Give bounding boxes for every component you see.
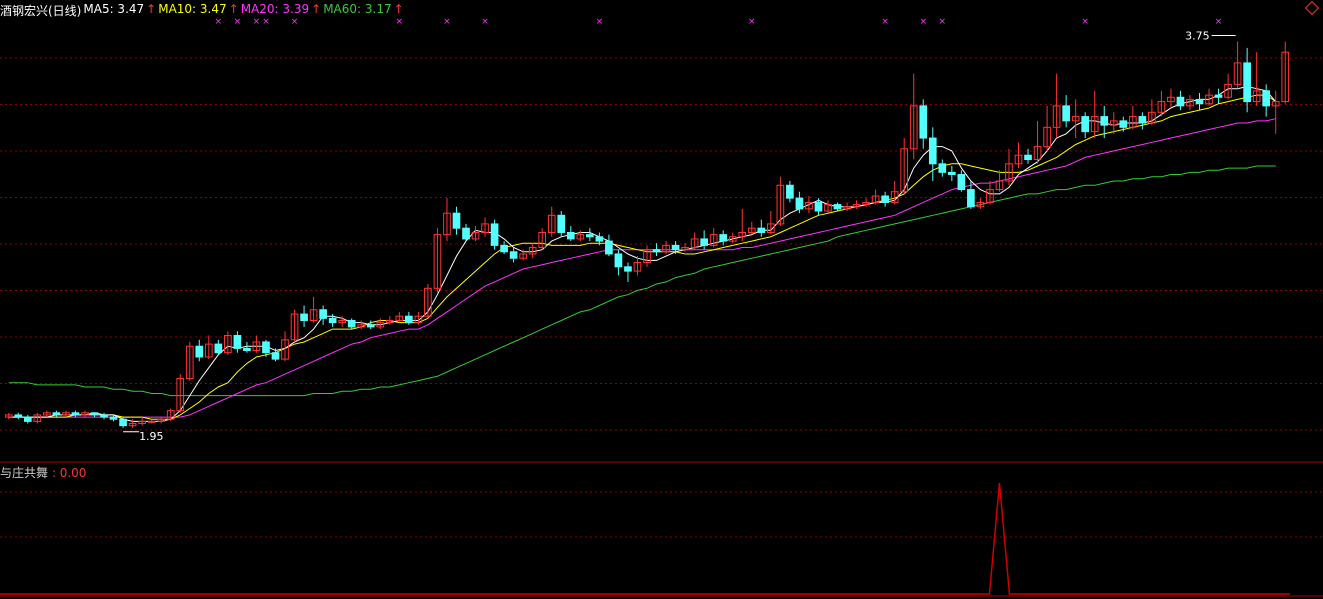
candle-body <box>967 189 975 208</box>
candle-body <box>109 416 118 420</box>
candle-body <box>1176 96 1185 107</box>
candle-body <box>14 414 23 418</box>
candle-body <box>719 234 728 242</box>
candle-body <box>814 201 823 212</box>
candle-body <box>1062 105 1070 122</box>
high-label: 3.75 <box>1185 29 1210 42</box>
candle-body <box>671 244 680 251</box>
signal-marker: × <box>1215 17 1223 27</box>
candle-body <box>624 266 632 272</box>
candle-body <box>566 231 575 240</box>
signal-marker: × <box>919 17 927 27</box>
candle-body <box>195 345 204 358</box>
candle-body <box>90 412 99 416</box>
candle-body <box>452 212 461 229</box>
signal-marker: × <box>1081 17 1089 27</box>
candle-body <box>1214 94 1223 98</box>
low-label: 1.95 <box>139 430 164 443</box>
signal-marker: × <box>443 17 451 27</box>
candle-body <box>1262 90 1271 107</box>
candle-body <box>319 309 327 319</box>
candle-body <box>947 171 956 176</box>
signal-marker: × <box>396 17 404 27</box>
candle-body <box>509 251 518 259</box>
ma20-line <box>8 118 1276 418</box>
candle-body <box>1195 98 1204 105</box>
signal-marker: × <box>234 17 242 27</box>
candle-body <box>557 214 566 233</box>
candle-body <box>347 319 356 328</box>
signal-marker: × <box>253 17 261 27</box>
signal-marker: × <box>939 17 947 27</box>
candle-body <box>928 137 937 165</box>
candle-body <box>833 204 842 210</box>
candle-body <box>300 313 308 321</box>
candle-body <box>405 315 413 324</box>
candle-body <box>614 253 623 268</box>
candle-body <box>243 347 251 352</box>
candle-body <box>595 236 604 242</box>
signal-marker: × <box>215 17 223 27</box>
candle-body <box>462 227 470 240</box>
candle-body <box>23 416 32 422</box>
candle-body <box>147 420 156 423</box>
candle-body <box>214 343 223 354</box>
candle-body <box>919 105 928 139</box>
candle-body <box>233 335 242 349</box>
signal-marker: × <box>596 17 604 27</box>
candle-body <box>757 227 766 233</box>
candle-body <box>366 324 375 328</box>
candle-body <box>1024 154 1032 161</box>
candle-body <box>100 414 108 418</box>
candle-body <box>1243 62 1251 103</box>
candle-body <box>490 223 499 246</box>
candle-body <box>957 174 966 191</box>
signal-marker: × <box>291 17 299 27</box>
candle-body <box>1138 116 1147 124</box>
candle-body <box>881 195 889 203</box>
candle-body <box>500 244 508 253</box>
candle-body <box>1119 120 1128 128</box>
candle-body <box>1081 116 1090 133</box>
candle-body <box>586 234 594 238</box>
ma10-line <box>8 94 1276 420</box>
signal-marker: × <box>881 17 889 27</box>
candle-body <box>938 163 947 173</box>
candle-body <box>328 317 337 324</box>
signal-marker: × <box>262 17 270 27</box>
candle-body <box>71 412 80 416</box>
indicator-line <box>0 482 1290 595</box>
candle-body <box>786 184 794 199</box>
signal-marker: × <box>481 17 489 27</box>
candle-body <box>262 341 270 354</box>
candle-body <box>1100 116 1109 126</box>
candle-body <box>119 418 127 427</box>
candle-body <box>605 240 613 255</box>
candle-body <box>271 352 280 360</box>
candle-body <box>652 249 661 253</box>
signal-marker: × <box>748 17 756 27</box>
candlestick-chart[interactable]: ××××××××××××××××3.751.95 <box>0 0 1323 599</box>
candle-body <box>700 238 708 246</box>
candle-body <box>52 412 61 416</box>
candle-body <box>795 197 804 210</box>
